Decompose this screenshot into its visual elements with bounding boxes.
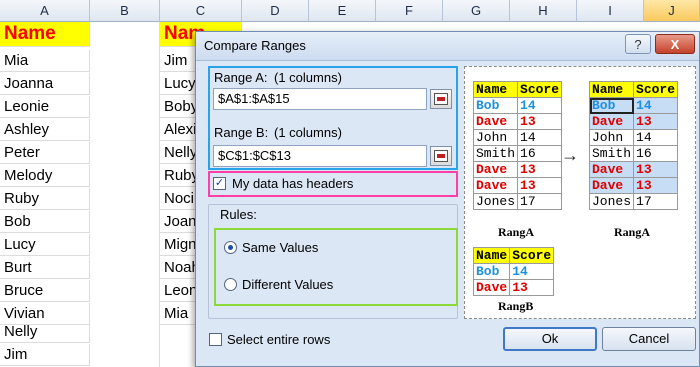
preview-cell: Dave [472, 161, 519, 178]
cell-a3[interactable]: Joanna [0, 73, 90, 95]
cell-a10[interactable]: Lucy [0, 234, 90, 256]
preview-cell: Dave [472, 113, 519, 130]
preview-caption-range-a-after: RangA [614, 225, 651, 239]
preview-cell: Dave [588, 161, 635, 178]
preview-cell: 14 [517, 129, 563, 146]
preview-caption-range-b: RangB [498, 299, 534, 313]
preview-range-b: Name Score Bob 14 Dave 13 [472, 247, 555, 296]
preview-cell: Dave [472, 177, 519, 194]
preview-cell: Jones [588, 193, 635, 210]
dialog-title: Compare Ranges [204, 38, 306, 53]
range-b-picker-icon[interactable] [430, 146, 452, 166]
preview-cell: 16 [517, 145, 563, 162]
column-header-a[interactable]: A [0, 0, 90, 22]
preview-cell: 16 [633, 145, 679, 162]
preview-cell: 17 [633, 193, 679, 210]
cell-a14[interactable]: Nelly [0, 321, 90, 343]
preview-cell: Dave [588, 177, 635, 194]
range-a-label: Range A: [214, 70, 268, 85]
cell-a11[interactable]: Burt [0, 257, 90, 279]
close-button[interactable]: X [655, 34, 695, 54]
help-button[interactable]: ? [625, 34, 651, 54]
column-header-h[interactable]: H [510, 0, 577, 22]
same-values-label: Same Values [242, 240, 319, 255]
preview-header-name: Name [588, 81, 635, 98]
preview-cell: Jones [472, 193, 519, 210]
arrow-right-icon: → [561, 145, 579, 165]
preview-cell: 13 [633, 113, 679, 130]
cell-a2[interactable]: Mia [0, 50, 90, 72]
range-a-picker-icon[interactable] [430, 89, 452, 109]
select-rows-label: Select entire rows [227, 332, 331, 347]
cell-a1[interactable]: Name [0, 22, 90, 47]
preview-cell: Smith [472, 145, 519, 162]
preview-header-score: Score [633, 81, 679, 98]
preview-header-score: Score [509, 247, 555, 264]
preview-cell: 13 [509, 279, 555, 296]
preview-cell: 14 [633, 129, 679, 146]
preview-cell: 14 [509, 263, 555, 280]
range-b-label: Range B: [214, 125, 269, 140]
range-b-input[interactable]: $C$1:$C$13 [213, 145, 427, 167]
preview-cell: 14 [633, 97, 679, 114]
preview-cell: 17 [517, 193, 563, 210]
range-b-count: (1 columns) [274, 125, 342, 140]
column-header-f[interactable]: F [376, 0, 443, 22]
preview-cell: 13 [517, 161, 563, 178]
cell-a8[interactable]: Ruby [0, 188, 90, 210]
column-b-cells[interactable] [90, 22, 160, 367]
select-rows-checkbox[interactable] [209, 333, 222, 346]
preview-cell: Dave [588, 113, 635, 130]
column-header-d[interactable]: D [242, 0, 309, 22]
column-header-e[interactable]: E [309, 0, 376, 22]
same-values-radio[interactable] [224, 241, 237, 254]
headers-checkbox[interactable]: ✓ [213, 177, 226, 190]
column-header-g[interactable]: G [443, 0, 510, 22]
column-header-i[interactable]: I [577, 0, 644, 22]
preview-cell: 14 [517, 97, 563, 114]
preview-range-a-after: Name Score Bob 14 Dave 13 John 14 Smith 16 Da… [588, 81, 679, 210]
headers-checkbox-label: My data has headers [232, 176, 354, 191]
range-a-input[interactable]: $A$1:$A$15 [213, 88, 427, 110]
cell-a9[interactable]: Bob [0, 211, 90, 233]
preview-range-a-before: Name Score Bob 14 Dave 13 John 14 Smith 16 Da… [472, 81, 563, 210]
preview-cell: Smith [588, 145, 635, 162]
cell-a4[interactable]: Leonie [0, 96, 90, 118]
different-values-radio[interactable] [224, 278, 237, 291]
cell-a5[interactable]: Ashley [0, 119, 90, 141]
compare-ranges-dialog: Compare Ranges ? X Range A: (1 columns) … [195, 31, 700, 367]
preview-header-name: Name [472, 247, 511, 264]
cancel-button[interactable]: Cancel [602, 327, 696, 351]
cell-a15[interactable]: Jim [0, 344, 90, 366]
preview-header-score: Score [517, 81, 563, 98]
preview-cell: 13 [517, 177, 563, 194]
preview-cell: John [588, 129, 635, 146]
ok-button[interactable]: Ok [503, 327, 597, 351]
different-values-label: Different Values [242, 277, 334, 292]
range-a-count: (1 columns) [274, 70, 342, 85]
column-header-b[interactable]: B [90, 0, 160, 22]
preview-cell: Bob [472, 97, 519, 114]
cell-a6[interactable]: Peter [0, 142, 90, 164]
preview-cell: 13 [633, 161, 679, 178]
cell-a7[interactable]: Melody [0, 165, 90, 187]
rules-label: Rules: [218, 207, 259, 222]
preview-cell: Bob [588, 97, 635, 114]
dialog-titlebar[interactable]: Compare Ranges ? X [196, 32, 699, 61]
preview-caption-range-a-before: RangA [498, 225, 535, 239]
column-header-j[interactable]: J [644, 0, 700, 22]
preview-cell: 13 [517, 113, 563, 130]
cell-a12[interactable]: Bruce [0, 280, 90, 302]
preview-cell: Dave [472, 279, 511, 296]
preview-cell: Bob [472, 263, 511, 280]
column-header-c[interactable]: C [160, 0, 242, 22]
preview-header-name: Name [472, 81, 519, 98]
preview-cell: John [472, 129, 519, 146]
example-preview: Name Score Bob 14 Dave 13 John 14 Smith 16 Da… [464, 66, 696, 319]
preview-cell: 13 [633, 177, 679, 194]
